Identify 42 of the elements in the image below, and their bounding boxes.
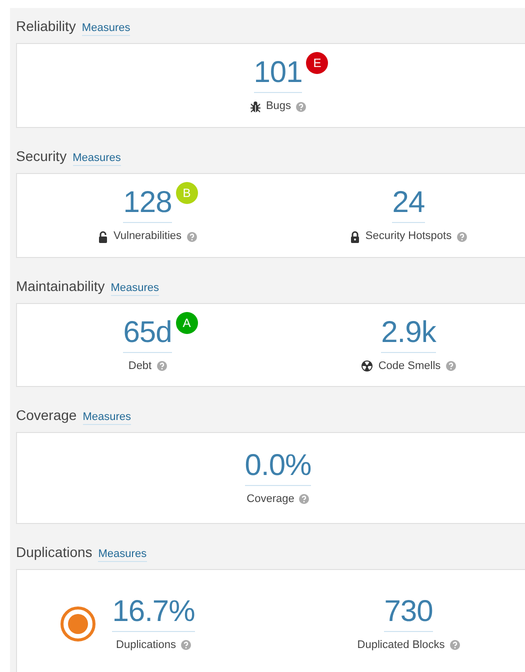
section-title: Maintainability [16,277,105,296]
metric-value[interactable]: 128 [123,186,172,224]
metric-value[interactable]: 730 [384,594,433,632]
metric-label: Coverage [246,492,294,507]
metric-value[interactable]: 24 [392,186,425,224]
metric-value[interactable]: 0.0% [244,448,312,486]
section-title: Reliability [16,17,76,36]
metric-label: Bugs [266,99,292,114]
metric-label: Code Smells [378,358,441,374]
metric-value[interactable]: 65d [123,316,172,353]
metric-label: Duplications [116,638,176,653]
padlock-icon [98,230,108,242]
rating-badge: A [176,312,198,334]
help-icon[interactable] [450,640,460,650]
section-title: Duplications [16,543,92,562]
rating-badge: E [306,52,328,74]
radiation-icon [361,360,374,372]
metric-label: Duplicated Blocks [357,638,445,653]
measures-link[interactable]: Measures [82,410,131,425]
measures-link[interactable]: Measures [98,547,147,562]
metric-value[interactable]: 101 [254,56,302,94]
padlock-icon [350,230,360,242]
measures-link[interactable]: Measures [72,151,121,166]
duplication-indicator-icon [60,606,96,642]
metric-label: Vulnerabilities [113,229,182,244]
metric-label: Security Hotspots [365,229,452,244]
help-icon[interactable] [299,494,310,504]
metric-label: Debt [128,358,152,374]
help-icon[interactable] [180,640,191,650]
help-icon[interactable] [186,232,197,242]
section-title: Security [16,147,67,166]
metric-value[interactable]: 16.7% [112,594,195,632]
bug-icon [250,100,261,112]
help-icon[interactable] [456,232,467,242]
measures-link[interactable]: Measures [110,281,160,296]
help-icon[interactable] [296,102,306,112]
section-title: Coverage [16,406,77,425]
measures-link[interactable]: Measures [82,21,130,36]
rating-badge: B [176,182,198,204]
help-icon[interactable] [446,361,456,371]
metric-value[interactable]: 2.9k [381,316,436,353]
help-icon[interactable] [156,361,167,371]
